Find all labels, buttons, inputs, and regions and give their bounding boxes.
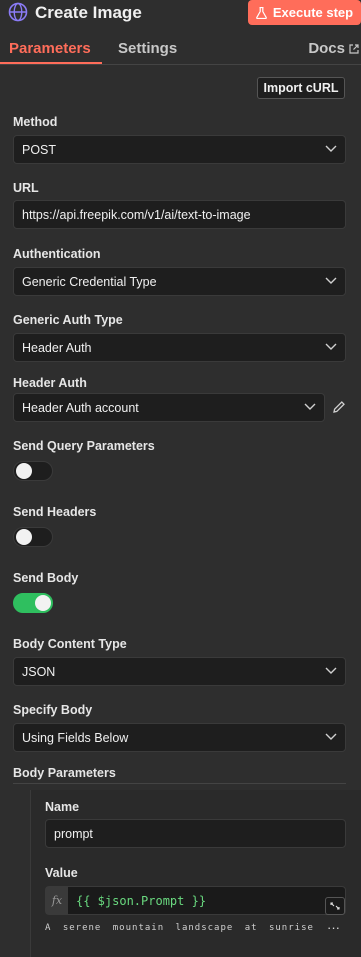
url-input[interactable]: https://api.freepik.com/v1/ai/text-to-im…	[13, 200, 346, 229]
specify-body-label: Specify Body	[13, 703, 93, 717]
globe-icon	[8, 2, 28, 22]
ellipsis-icon[interactable]: ···	[327, 920, 340, 935]
divider	[13, 783, 346, 784]
import-curl-button[interactable]: Import cURL	[257, 77, 345, 99]
execute-step-button[interactable]: Execute step	[248, 0, 361, 25]
generic-auth-type-select[interactable]: Header Auth	[13, 333, 346, 362]
body-content-type-label: Body Content Type	[13, 637, 127, 651]
pencil-icon[interactable]	[332, 400, 346, 414]
toggle-knob	[35, 595, 51, 611]
active-tab-indicator	[0, 62, 102, 64]
authentication-label: Authentication	[13, 247, 101, 261]
authentication-select[interactable]: Generic Credential Type	[13, 267, 346, 296]
param-name-input[interactable]: prompt	[45, 819, 346, 848]
expand-icon	[330, 902, 340, 910]
tab-parameters[interactable]: Parameters	[9, 40, 91, 57]
specify-body-value: Using Fields Below	[22, 730, 129, 745]
generic-auth-type-value: Header Auth	[22, 340, 92, 355]
external-link-icon	[349, 43, 359, 54]
body-content-type-value: JSON	[22, 664, 56, 679]
node-header: Create Image Execute step	[0, 0, 361, 28]
url-label: URL	[13, 181, 39, 195]
execute-step-label: Execute step	[272, 5, 354, 20]
chevron-down-icon	[325, 733, 337, 740]
url-value: https://api.freepik.com/v1/ai/text-to-im…	[22, 207, 251, 222]
expression-result-preview: A serene mountain landscape at sunrise	[45, 923, 314, 933]
send-query-toggle[interactable]	[13, 461, 53, 481]
tab-bar: Parameters Settings Docs	[0, 34, 361, 65]
generic-auth-type-label: Generic Auth Type	[13, 313, 123, 327]
send-headers-toggle[interactable]	[13, 527, 53, 547]
chevron-down-icon	[325, 343, 337, 350]
body-content-type-select[interactable]: JSON	[13, 657, 346, 686]
param-value-expression-input[interactable]: fx {{ $json.Prompt }}	[45, 886, 346, 915]
header-auth-label: Header Auth	[13, 376, 87, 390]
chevron-down-icon	[304, 403, 316, 410]
authentication-value: Generic Credential Type	[22, 274, 157, 289]
param-name-value: prompt	[54, 826, 93, 841]
flask-icon	[256, 6, 267, 19]
method-label: Method	[13, 115, 58, 129]
header-auth-value: Header Auth account	[22, 400, 139, 415]
tab-docs[interactable]: Docs	[308, 40, 359, 57]
node-title: Create Image	[35, 3, 142, 22]
chevron-down-icon	[325, 667, 337, 674]
expression-text: {{ $json.Prompt }}	[76, 894, 207, 908]
docs-label: Docs	[308, 40, 345, 57]
method-select[interactable]: POST	[13, 135, 346, 164]
send-query-label: Send Query Parameters	[13, 439, 155, 453]
chevron-down-icon	[325, 277, 337, 284]
fx-icon: fx	[46, 887, 68, 914]
send-body-toggle[interactable]	[13, 593, 53, 613]
method-value: POST	[22, 142, 57, 157]
send-headers-label: Send Headers	[13, 505, 97, 519]
expand-editor-button[interactable]	[325, 897, 345, 915]
toggle-knob	[16, 529, 32, 545]
specify-body-select[interactable]: Using Fields Below	[13, 723, 346, 752]
param-name-label: Name	[45, 800, 80, 814]
tab-settings[interactable]: Settings	[118, 40, 177, 57]
chevron-down-icon	[325, 145, 337, 152]
body-parameters-label: Body Parameters	[13, 766, 116, 780]
header-auth-select[interactable]: Header Auth account	[13, 393, 325, 422]
send-body-label: Send Body	[13, 571, 79, 585]
param-value-label: Value	[45, 866, 78, 880]
toggle-knob	[16, 463, 32, 479]
